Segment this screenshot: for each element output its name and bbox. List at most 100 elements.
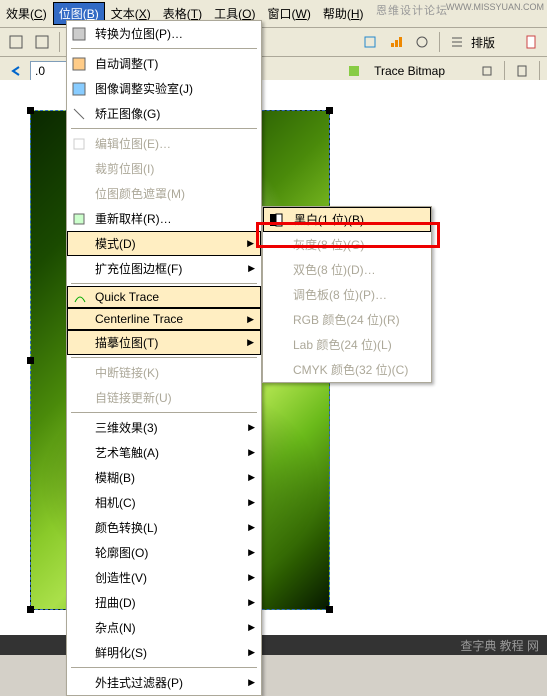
tool-snap-icon[interactable]: [358, 30, 382, 54]
menu-camera[interactable]: 相机(C)▶: [67, 490, 261, 515]
tool-generic-1[interactable]: [4, 30, 28, 54]
menu-plugin-filters[interactable]: 外挂式过滤器(P)▶: [67, 670, 261, 695]
separator: [439, 32, 440, 52]
menu-blur[interactable]: 模糊(B)▶: [67, 465, 261, 490]
chevron-right-icon: ▶: [247, 337, 254, 348]
auto-adjust-icon: [71, 56, 87, 72]
separator: [71, 48, 257, 49]
chevron-right-icon: ▶: [248, 677, 255, 688]
menu-convert-to-bitmap[interactable]: 转换为位图(P)…: [67, 21, 261, 46]
resize-handle[interactable]: [326, 606, 333, 613]
menu-resample[interactable]: 重新取样(R)…: [67, 206, 261, 231]
menu-update-link: 自链接更新(U): [67, 385, 261, 410]
separator: [71, 283, 257, 284]
menu-window[interactable]: 窗口(W): [261, 2, 316, 25]
footer-text: 查字典 教程 网: [460, 637, 539, 654]
convert-bitmap-icon: [71, 26, 87, 42]
lab-icon: [267, 337, 283, 353]
tool-chart-icon[interactable]: [384, 30, 408, 54]
grayscale-icon: [267, 237, 283, 253]
resize-handle[interactable]: [27, 357, 34, 364]
separator: [71, 412, 257, 413]
duotone-icon: [267, 262, 283, 278]
menu-creative[interactable]: 创造性(V)▶: [67, 565, 261, 590]
menu-image-lab[interactable]: 图像调整实验室(J): [67, 76, 261, 101]
chevron-right-icon: ▶: [248, 447, 255, 458]
watermark-url: WWW.MISSYUAN.COM: [446, 2, 544, 12]
submenu-duotone: 双色(8 位)(D)…: [263, 257, 431, 282]
chevron-right-icon: ▶: [248, 622, 255, 633]
submenu-cmyk: CMYK 颜色(32 位)(C): [263, 357, 431, 382]
layout-label: 排版: [471, 34, 495, 51]
menu-contour[interactable]: 轮廓图(O)▶: [67, 540, 261, 565]
menu-quick-trace[interactable]: Quick Trace: [67, 286, 261, 308]
color-mask-icon: [71, 186, 87, 202]
tool-list-icon[interactable]: [445, 30, 469, 54]
tool-generic-3[interactable]: [410, 30, 434, 54]
chevron-right-icon: ▶: [248, 263, 255, 274]
submenu-bw-1bit[interactable]: 黑白(1 位)(B)…: [263, 207, 431, 232]
menu-noise[interactable]: 杂点(N)▶: [67, 615, 261, 640]
chevron-right-icon: ▶: [248, 497, 255, 508]
image-lab-icon: [71, 81, 87, 97]
menu-sharpen[interactable]: 鲜明化(S)▶: [67, 640, 261, 665]
menu-straighten[interactable]: 矫正图像(G): [67, 101, 261, 126]
chevron-right-icon: ▶: [247, 314, 254, 325]
rgb-icon: [267, 312, 283, 328]
resize-handle[interactable]: [27, 606, 34, 613]
menu-color-transform[interactable]: 颜色转换(L)▶: [67, 515, 261, 540]
chevron-right-icon: ▶: [248, 472, 255, 483]
palette-icon: [267, 287, 283, 303]
submenu-rgb: RGB 颜色(24 位)(R): [263, 307, 431, 332]
tool-page-icon[interactable]: [519, 30, 543, 54]
menu-inflate-border[interactable]: 扩充位图边框(F)▶: [67, 256, 261, 281]
menu-effects[interactable]: 效果(C): [0, 2, 53, 25]
submenu-palette: 调色板(8 位)(P)…: [263, 282, 431, 307]
menu-auto-adjust[interactable]: 自动调整(T): [67, 51, 261, 76]
menu-color-mask: 位图颜色遮罩(M): [67, 181, 261, 206]
chevron-right-icon: ▶: [248, 422, 255, 433]
separator: [59, 32, 60, 52]
menu-3d-effects[interactable]: 三维效果(3)▶: [67, 415, 261, 440]
separator: [71, 357, 257, 358]
mode-submenu: 黑白(1 位)(B)… 灰度(8 位)(G) 双色(8 位)(D)… 调色板(8…: [262, 206, 432, 383]
resize-handle[interactable]: [326, 107, 333, 114]
centerline-trace-icon: [72, 311, 88, 327]
trace-bitmap-label[interactable]: Trace Bitmap: [368, 64, 451, 78]
update-link-icon: [71, 390, 87, 406]
break-link-icon: [71, 365, 87, 381]
crop-bitmap-icon: [71, 161, 87, 177]
menu-distort[interactable]: 扭曲(D)▶: [67, 590, 261, 615]
menu-crop-bitmap: 裁剪位图(I): [67, 156, 261, 181]
separator: [539, 61, 540, 81]
straighten-icon: [71, 106, 87, 122]
resample-icon: [71, 211, 87, 227]
menu-mode[interactable]: 模式(D)▶: [67, 231, 261, 256]
menu-break-link: 中断链接(K): [67, 360, 261, 385]
menu-help[interactable]: 帮助(H): [317, 2, 370, 25]
chevron-right-icon: ▶: [247, 238, 254, 249]
resize-handle[interactable]: [27, 107, 34, 114]
quick-trace-icon: [72, 289, 88, 305]
watermark-brand: 恩维设计论坛: [376, 2, 448, 18]
separator: [504, 61, 505, 81]
menu-trace-bitmap[interactable]: 描摹位图(T)▶: [67, 330, 261, 355]
edit-bitmap-icon: [71, 136, 87, 152]
trace-bitmap-icon: [72, 335, 88, 351]
menu-art-strokes[interactable]: 艺术笔触(A)▶: [67, 440, 261, 465]
separator: [71, 667, 257, 668]
tool-generic-2[interactable]: [30, 30, 54, 54]
chevron-right-icon: ▶: [248, 547, 255, 558]
chevron-right-icon: ▶: [248, 522, 255, 533]
menu-centerline-trace[interactable]: Centerline Trace▶: [67, 308, 261, 330]
chevron-right-icon: ▶: [248, 647, 255, 658]
bw-icon: [268, 212, 284, 228]
separator: [71, 128, 257, 129]
submenu-lab: Lab 颜色(24 位)(L): [263, 332, 431, 357]
chevron-right-icon: ▶: [248, 572, 255, 583]
menu-edit-bitmap: 编辑位图(E)…: [67, 131, 261, 156]
bitmap-menu-dropdown: 转换为位图(P)… 自动调整(T) 图像调整实验室(J) 矫正图像(G) 编辑位…: [66, 20, 262, 696]
submenu-grayscale: 灰度(8 位)(G): [263, 232, 431, 257]
chevron-right-icon: ▶: [248, 597, 255, 608]
cmyk-icon: [267, 362, 283, 378]
